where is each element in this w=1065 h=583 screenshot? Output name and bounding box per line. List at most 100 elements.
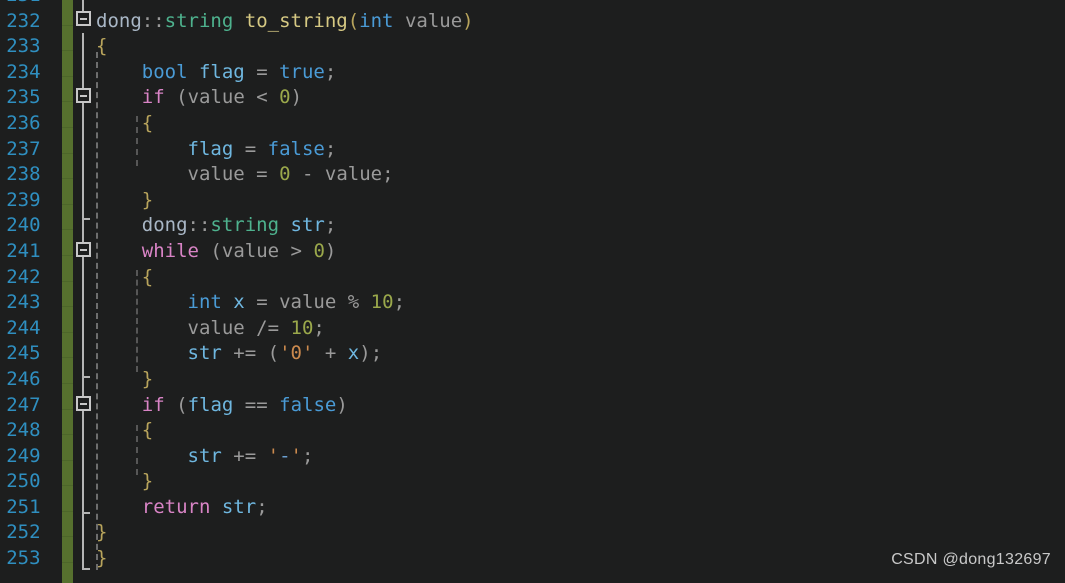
- code-line[interactable]: {: [96, 111, 474, 137]
- code-token: ;: [324, 60, 337, 83]
- code-token: ;: [370, 342, 383, 365]
- code-token: ;: [313, 316, 325, 339]
- fold-line-while-end: [82, 376, 90, 378]
- code-line[interactable]: }: [96, 188, 474, 214]
- code-line[interactable]: flag = false;: [96, 137, 474, 163]
- code-line[interactable]: if (flag == false): [96, 393, 474, 419]
- line-number: 238: [6, 163, 52, 186]
- code-token: value: [279, 291, 337, 314]
- fold-line-while: [82, 264, 84, 378]
- code-token: int: [359, 9, 394, 32]
- code-token: ;: [256, 495, 268, 518]
- code-line[interactable]: value = 0 - value;: [96, 162, 474, 188]
- code-token: to_string: [244, 9, 348, 32]
- code-token: value: [187, 163, 245, 186]
- code-token: flag: [187, 393, 234, 416]
- change-bar-segment: [62, 179, 73, 205]
- code-token: true: [279, 60, 325, 83]
- code-line[interactable]: return str;: [96, 495, 474, 521]
- change-bar-segment: [62, 282, 73, 308]
- code-token: ;: [324, 214, 337, 237]
- code-line[interactable]: {: [96, 265, 474, 291]
- code-line[interactable]: bool flag = true;: [96, 60, 474, 86]
- code-folding-column[interactable]: [73, 0, 97, 583]
- code-line[interactable]: }: [96, 520, 474, 546]
- code-content[interactable]: dong::string to_string(int value){ bool …: [96, 0, 474, 572]
- code-token: x: [347, 342, 360, 365]
- code-editor[interactable]: 231 232 233 234 235 236 237 238 239 240 …: [0, 0, 1065, 583]
- line-number: 235: [6, 86, 52, 109]
- fold-line-function-end: [82, 568, 90, 570]
- code-token: return: [141, 495, 211, 518]
- change-bar-segment: [62, 230, 73, 256]
- code-line[interactable]: int x = value % 10;: [96, 290, 474, 316]
- code-token: ::: [141, 9, 165, 32]
- fold-toggle-line-247[interactable]: [76, 396, 91, 411]
- code-token: ': [267, 444, 280, 467]
- code-token: dong: [96, 9, 142, 32]
- code-token: ==: [244, 393, 268, 416]
- line-number: 249: [6, 444, 52, 467]
- code-token: }: [141, 188, 154, 211]
- code-line[interactable]: {: [96, 34, 474, 60]
- fold-toggle-line-235[interactable]: [76, 88, 91, 103]
- fold-toggle-line-232[interactable]: [76, 11, 91, 26]
- code-line[interactable]: value /= 10;: [96, 316, 474, 342]
- code-token: =: [256, 60, 268, 83]
- line-number: 239: [6, 188, 52, 211]
- vcs-change-bar[interactable]: [62, 0, 73, 583]
- code-line[interactable]: }: [96, 546, 474, 572]
- code-line[interactable]: }: [96, 367, 474, 393]
- code-token: {: [141, 111, 154, 134]
- code-token: str: [290, 214, 325, 237]
- code-token: ;: [382, 163, 394, 186]
- code-token: bool: [141, 60, 188, 83]
- code-token: /=: [256, 316, 280, 339]
- code-token: =: [256, 163, 268, 186]
- code-line[interactable]: str += ('0' + x);: [96, 341, 474, 367]
- code-line[interactable]: }: [96, 469, 474, 495]
- code-line[interactable]: dong::string to_string(int value): [96, 9, 474, 35]
- code-line[interactable]: str += '-';: [96, 444, 474, 470]
- change-bar-segment: [62, 435, 73, 461]
- change-bar-segment: [62, 0, 73, 26]
- code-token: }: [141, 367, 154, 390]
- code-line[interactable]: while (value > 0): [96, 239, 474, 265]
- code-token: {: [141, 265, 154, 288]
- code-line[interactable]: [96, 0, 474, 9]
- code-token: 0: [279, 86, 291, 109]
- change-bar-segment: [62, 256, 73, 282]
- code-line[interactable]: {: [96, 418, 474, 444]
- code-token: false: [267, 137, 325, 160]
- fold-toggle-line-241[interactable]: [76, 242, 91, 257]
- code-token: dong: [141, 214, 188, 237]
- code-token: 0: [313, 239, 325, 262]
- change-bar-segment: [62, 333, 73, 359]
- code-line[interactable]: if (value < 0): [96, 85, 474, 111]
- code-line[interactable]: dong::string str;: [96, 213, 474, 239]
- code-token: ;: [393, 291, 406, 314]
- code-token: %: [347, 291, 360, 314]
